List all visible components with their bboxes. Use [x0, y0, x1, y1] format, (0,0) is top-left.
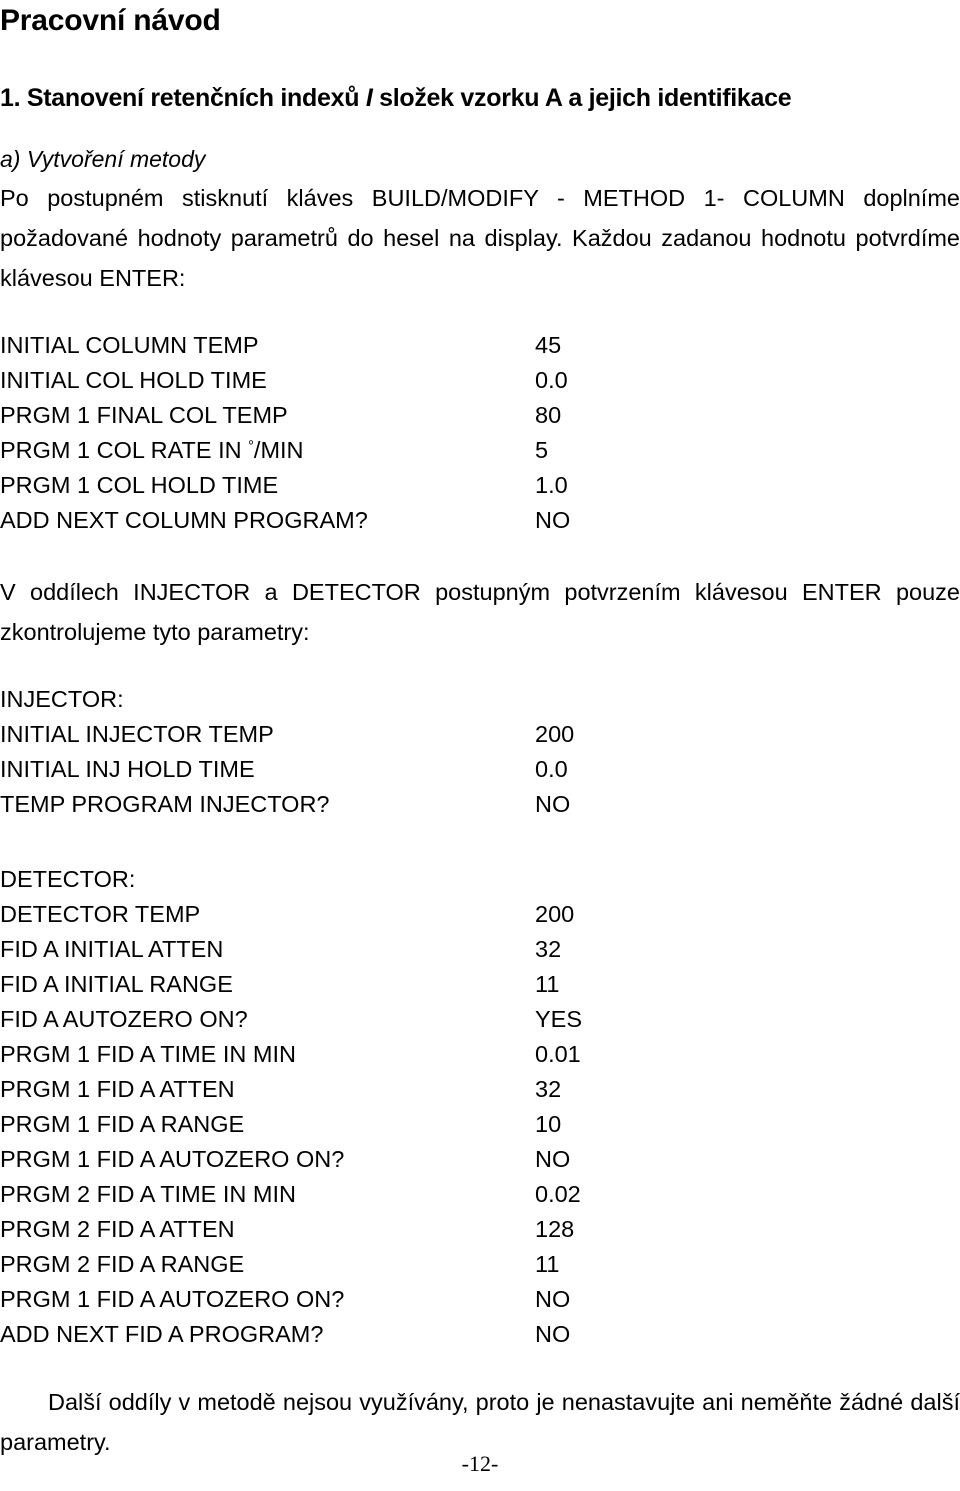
- parameter-row: PRGM 1 FID A TIME IN MIN 0.01: [0, 1037, 960, 1072]
- parameter-label: INITIAL INJECTOR TEMP: [0, 721, 274, 747]
- parameter-label: TEMP PROGRAM INJECTOR?: [0, 791, 330, 817]
- parameter-value: NO: [535, 1146, 571, 1172]
- closing-paragraph: Další oddíly v metodě nejsou využívány, …: [0, 1389, 960, 1455]
- parameter-row: PRGM 2 FID A TIME IN MIN 0.02: [0, 1177, 960, 1212]
- parameter-row: PRGM 1 FID A ATTEN 32: [0, 1072, 960, 1107]
- parameter-row: PRGM 2 FID A ATTEN 128: [0, 1212, 960, 1247]
- parameter-value: 32: [535, 936, 562, 962]
- parameter-value: NO: [535, 1286, 571, 1312]
- parameter-value: 128: [535, 1216, 575, 1242]
- parameter-label: ADD NEXT FID A PROGRAM?: [0, 1321, 324, 1347]
- detector-parameters-table: DETECTOR TEMP 200 FID A INITIAL ATTEN 32 FID…: [0, 897, 960, 1352]
- parameter-value: 11: [535, 971, 560, 997]
- parameter-value: 10: [535, 1111, 562, 1137]
- parameter-row: FID A AUTOZERO ON? YES: [0, 1002, 960, 1037]
- parameter-label: PRGM 1 FID A AUTOZERO ON?: [0, 1146, 345, 1172]
- parameter-label: PRGM 1 FID A ATTEN: [0, 1076, 235, 1102]
- section-heading: 1. Stanovení retenčních indexů I složek …: [0, 40, 960, 114]
- parameter-value: NO: [535, 791, 571, 817]
- detector-parameters-body: DETECTOR TEMP 200 FID A INITIAL ATTEN 32 FID…: [0, 897, 960, 1352]
- injector-parameters-table: INITIAL INJECTOR TEMP 200 INITIAL INJ HOLD…: [0, 717, 960, 822]
- parameter-label: FID A INITIAL RANGE: [0, 971, 233, 997]
- parameter-label: ADD NEXT COLUMN PROGRAM?: [0, 507, 368, 533]
- parameter-value: 32: [535, 1076, 562, 1102]
- parameter-label: PRGM 1 COL RATE IN °/MIN: [0, 437, 304, 463]
- parameter-row: INITIAL INJECTOR TEMP 200: [0, 717, 960, 752]
- parameter-value: YES: [535, 1006, 583, 1032]
- column-parameters-table: INITIAL COLUMN TEMP 45 INITIAL COL HOLD TI…: [0, 328, 960, 538]
- section-heading-text-before: Stanovení retenčních indexů: [26, 84, 360, 112]
- parameter-label: PRGM 1 FID A TIME IN MIN: [0, 1041, 296, 1067]
- parameter-label: PRGM 2 FID A TIME IN MIN: [0, 1181, 296, 1207]
- parameter-value: 45: [535, 332, 562, 358]
- parameter-row: PRGM 1 FID A AUTOZERO ON? NO: [0, 1142, 960, 1177]
- parameter-row: ADD NEXT COLUMN PROGRAM? NO: [0, 503, 960, 538]
- injector-block-label: INJECTOR:: [0, 686, 124, 712]
- parameter-row: FID A INITIAL RANGE 11: [0, 967, 960, 1002]
- parameter-row: ADD NEXT FID A PROGRAM? NO: [0, 1317, 960, 1352]
- parameter-label: PRGM 2 FID A ATTEN: [0, 1216, 235, 1242]
- parameter-row: INITIAL COL HOLD TIME 0.0: [0, 363, 960, 398]
- parameter-label: PRGM 1 FINAL COL TEMP: [0, 402, 288, 428]
- injector-parameters-body: INITIAL INJECTOR TEMP 200 INITIAL INJ HOLD…: [0, 717, 960, 822]
- parameter-label: PRGM 1 FID A AUTOZERO ON?: [0, 1286, 345, 1312]
- parameter-row: INITIAL INJ HOLD TIME 0.0: [0, 752, 960, 787]
- parameter-value: NO: [535, 1321, 571, 1347]
- parameter-value: 1.0: [535, 472, 568, 498]
- parameter-label: FID A INITIAL ATTEN: [0, 936, 224, 962]
- parameter-value: 200: [535, 901, 575, 927]
- parameter-value: 0.0: [535, 756, 568, 782]
- parameter-row: PRGM 1 COL HOLD TIME 1.0: [0, 468, 960, 503]
- middle-paragraph: V oddílech INJECTOR a DETECTOR postupným…: [0, 579, 960, 645]
- parameter-label: INITIAL COLUMN TEMP: [0, 332, 259, 358]
- parameter-row: FID A INITIAL ATTEN 32: [0, 932, 960, 967]
- parameter-value: 0.01: [535, 1041, 581, 1067]
- parameter-label: PRGM 1 COL HOLD TIME: [0, 472, 279, 498]
- document-title: Pracovní návod: [0, 4, 221, 37]
- parameter-value: 80: [535, 402, 562, 428]
- intro-paragraph: Po postupném stisknutí kláves BUILD/MODI…: [0, 185, 960, 291]
- parameter-row: INITIAL COLUMN TEMP 45: [0, 328, 960, 363]
- subsection-heading: a) Vytvoření metody: [0, 146, 206, 172]
- page-number: -12-: [461, 1451, 499, 1476]
- parameter-value: 0.02: [535, 1181, 581, 1207]
- parameter-label: INITIAL INJ HOLD TIME: [0, 756, 255, 782]
- column-parameters-body: INITIAL COLUMN TEMP 45 INITIAL COL HOLD TI…: [0, 328, 960, 538]
- parameter-value: NO: [535, 507, 571, 533]
- detector-block-label: DETECTOR:: [0, 866, 136, 892]
- degree-symbol-icon: °: [248, 438, 254, 455]
- parameter-label: FID A AUTOZERO ON?: [0, 1006, 248, 1032]
- parameter-row: PRGM 1 FID A RANGE 10: [0, 1107, 960, 1142]
- parameter-row: PRGM 1 FINAL COL TEMP 80: [0, 398, 960, 433]
- parameter-row: TEMP PROGRAM INJECTOR? NO: [0, 787, 960, 822]
- document-page: Pracovní návod 1. Stanovení retenčních i…: [0, 0, 960, 1491]
- parameter-value: 11: [535, 1251, 560, 1277]
- parameter-value: 5: [535, 437, 549, 463]
- parameter-row: DETECTOR TEMP 200: [0, 897, 960, 932]
- parameter-label: DETECTOR TEMP: [0, 901, 201, 927]
- parameter-row: PRGM 1 COL RATE IN °/MIN 5: [0, 433, 960, 468]
- parameter-value: 0.0: [535, 367, 568, 393]
- section-heading-number: 1.: [0, 84, 21, 112]
- parameter-label: PRGM 2 FID A RANGE: [0, 1251, 245, 1277]
- parameter-row: PRGM 2 FID A RANGE 11: [0, 1247, 960, 1282]
- section-heading-text-after: složek vzorku A a jejich identifikace: [379, 84, 792, 112]
- section-heading-separator: I: [365, 84, 373, 112]
- parameter-value: 200: [535, 721, 575, 747]
- parameter-label: PRGM 1 FID A RANGE: [0, 1111, 245, 1137]
- parameter-row: PRGM 1 FID A AUTOZERO ON? NO: [0, 1282, 960, 1317]
- parameter-label: INITIAL COL HOLD TIME: [0, 367, 267, 393]
